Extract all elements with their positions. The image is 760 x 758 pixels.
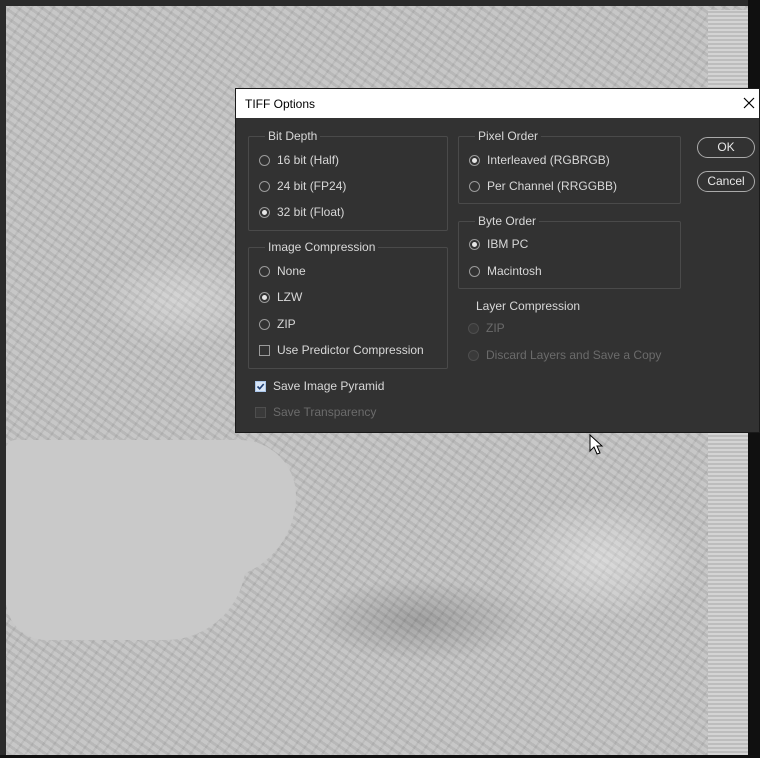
radio-24-bit[interactable] [259, 180, 270, 192]
compression-zip-label: ZIP [277, 317, 296, 331]
layer-compression-zip-label: ZIP [486, 321, 505, 335]
radio-16-bit[interactable] [259, 154, 270, 166]
dialog-titlebar[interactable]: TIFF Options [236, 89, 759, 118]
image-compression-group: Image Compression None LZW ZIP Use Predi… [248, 240, 448, 369]
compression-lzw-label: LZW [277, 290, 303, 304]
lake-area [6, 440, 296, 580]
window-frame-top [0, 0, 760, 6]
pixel-order-interleaved-option[interactable]: Interleaved (RGBRGB) [469, 152, 610, 168]
bit-depth-16-option[interactable]: 16 bit (Half) [259, 152, 339, 168]
radio-32-bit[interactable] [259, 206, 270, 218]
layer-compression-discard-label: Discard Layers and Save a Copy [486, 348, 662, 362]
radio-macintosh[interactable] [469, 265, 480, 277]
layer-compression-zip-option[interactable]: ZIP [468, 320, 505, 336]
layer-compression-discard-option[interactable]: Discard Layers and Save a Copy [468, 347, 661, 363]
pixel-order-group: Pixel Order Interleaved (RGBRGB) Per Cha… [458, 129, 681, 204]
dialog-title: TIFF Options [245, 97, 316, 111]
radio-per-channel[interactable] [469, 180, 480, 192]
save-transparency-label: Save Transparency [273, 405, 377, 419]
tiff-options-dialog: TIFF Options Bit Depth 16 bit (Half) 24 … [235, 88, 760, 433]
compression-zip-option[interactable]: ZIP [259, 316, 296, 332]
radio-lzw[interactable] [259, 291, 270, 303]
window-frame-left [0, 0, 6, 758]
close-icon[interactable] [741, 93, 757, 113]
byte-order-ibm-option[interactable]: IBM PC [469, 236, 528, 252]
radio-ibm-pc[interactable] [469, 238, 480, 250]
bit-depth-group: Bit Depth 16 bit (Half) 24 bit (FP24) 32… [248, 129, 448, 231]
bit-depth-32-option[interactable]: 32 bit (Float) [259, 204, 344, 220]
bit-depth-16-label: 16 bit (Half) [277, 153, 340, 167]
ok-button[interactable]: OK [697, 137, 755, 158]
byte-order-ibm-label: IBM PC [487, 237, 529, 251]
save-image-pyramid-checkbox[interactable] [255, 380, 266, 392]
radio-layer-zip[interactable] [468, 322, 479, 334]
save-image-pyramid-label: Save Image Pyramid [273, 379, 385, 393]
pixel-order-per-channel-option[interactable]: Per Channel (RRGGBB) [469, 178, 617, 194]
compression-none-label: None [277, 264, 306, 278]
bit-depth-32-label: 32 bit (Float) [277, 205, 345, 219]
byte-order-mac-option[interactable]: Macintosh [469, 263, 542, 279]
bit-depth-legend: Bit Depth [265, 129, 321, 143]
save-transparency-checkbox[interactable] [255, 406, 266, 418]
bit-depth-24-option[interactable]: 24 bit (FP24) [259, 178, 346, 194]
radio-interleaved[interactable] [469, 154, 480, 166]
arrow-cursor-icon [589, 433, 605, 456]
predictor-compression-checkbox[interactable] [259, 344, 270, 356]
compression-none-option[interactable]: None [259, 263, 306, 279]
pixel-order-legend: Pixel Order [475, 129, 542, 143]
save-image-pyramid-option[interactable]: Save Image Pyramid [255, 378, 384, 394]
radio-none[interactable] [259, 265, 270, 277]
byte-order-group: Byte Order IBM PC Macintosh [458, 214, 681, 289]
save-transparency-option[interactable]: Save Transparency [255, 404, 376, 420]
predictor-compression-option[interactable]: Use Predictor Compression [259, 342, 424, 358]
bit-depth-24-label: 24 bit (FP24) [277, 179, 347, 193]
byte-order-mac-label: Macintosh [487, 264, 542, 278]
layer-compression-legend: Layer Compression [476, 299, 581, 313]
radio-zip[interactable] [259, 318, 270, 330]
cancel-button[interactable]: Cancel [697, 171, 755, 192]
pixel-order-per-channel-label: Per Channel (RRGGBB) [487, 179, 618, 193]
predictor-compression-label: Use Predictor Compression [277, 343, 424, 357]
compression-lzw-option[interactable]: LZW [259, 289, 302, 305]
radio-discard-layers[interactable] [468, 349, 479, 361]
pixel-order-interleaved-label: Interleaved (RGBRGB) [487, 153, 610, 167]
image-compression-legend: Image Compression [265, 240, 379, 254]
byte-order-legend: Byte Order [475, 214, 540, 228]
